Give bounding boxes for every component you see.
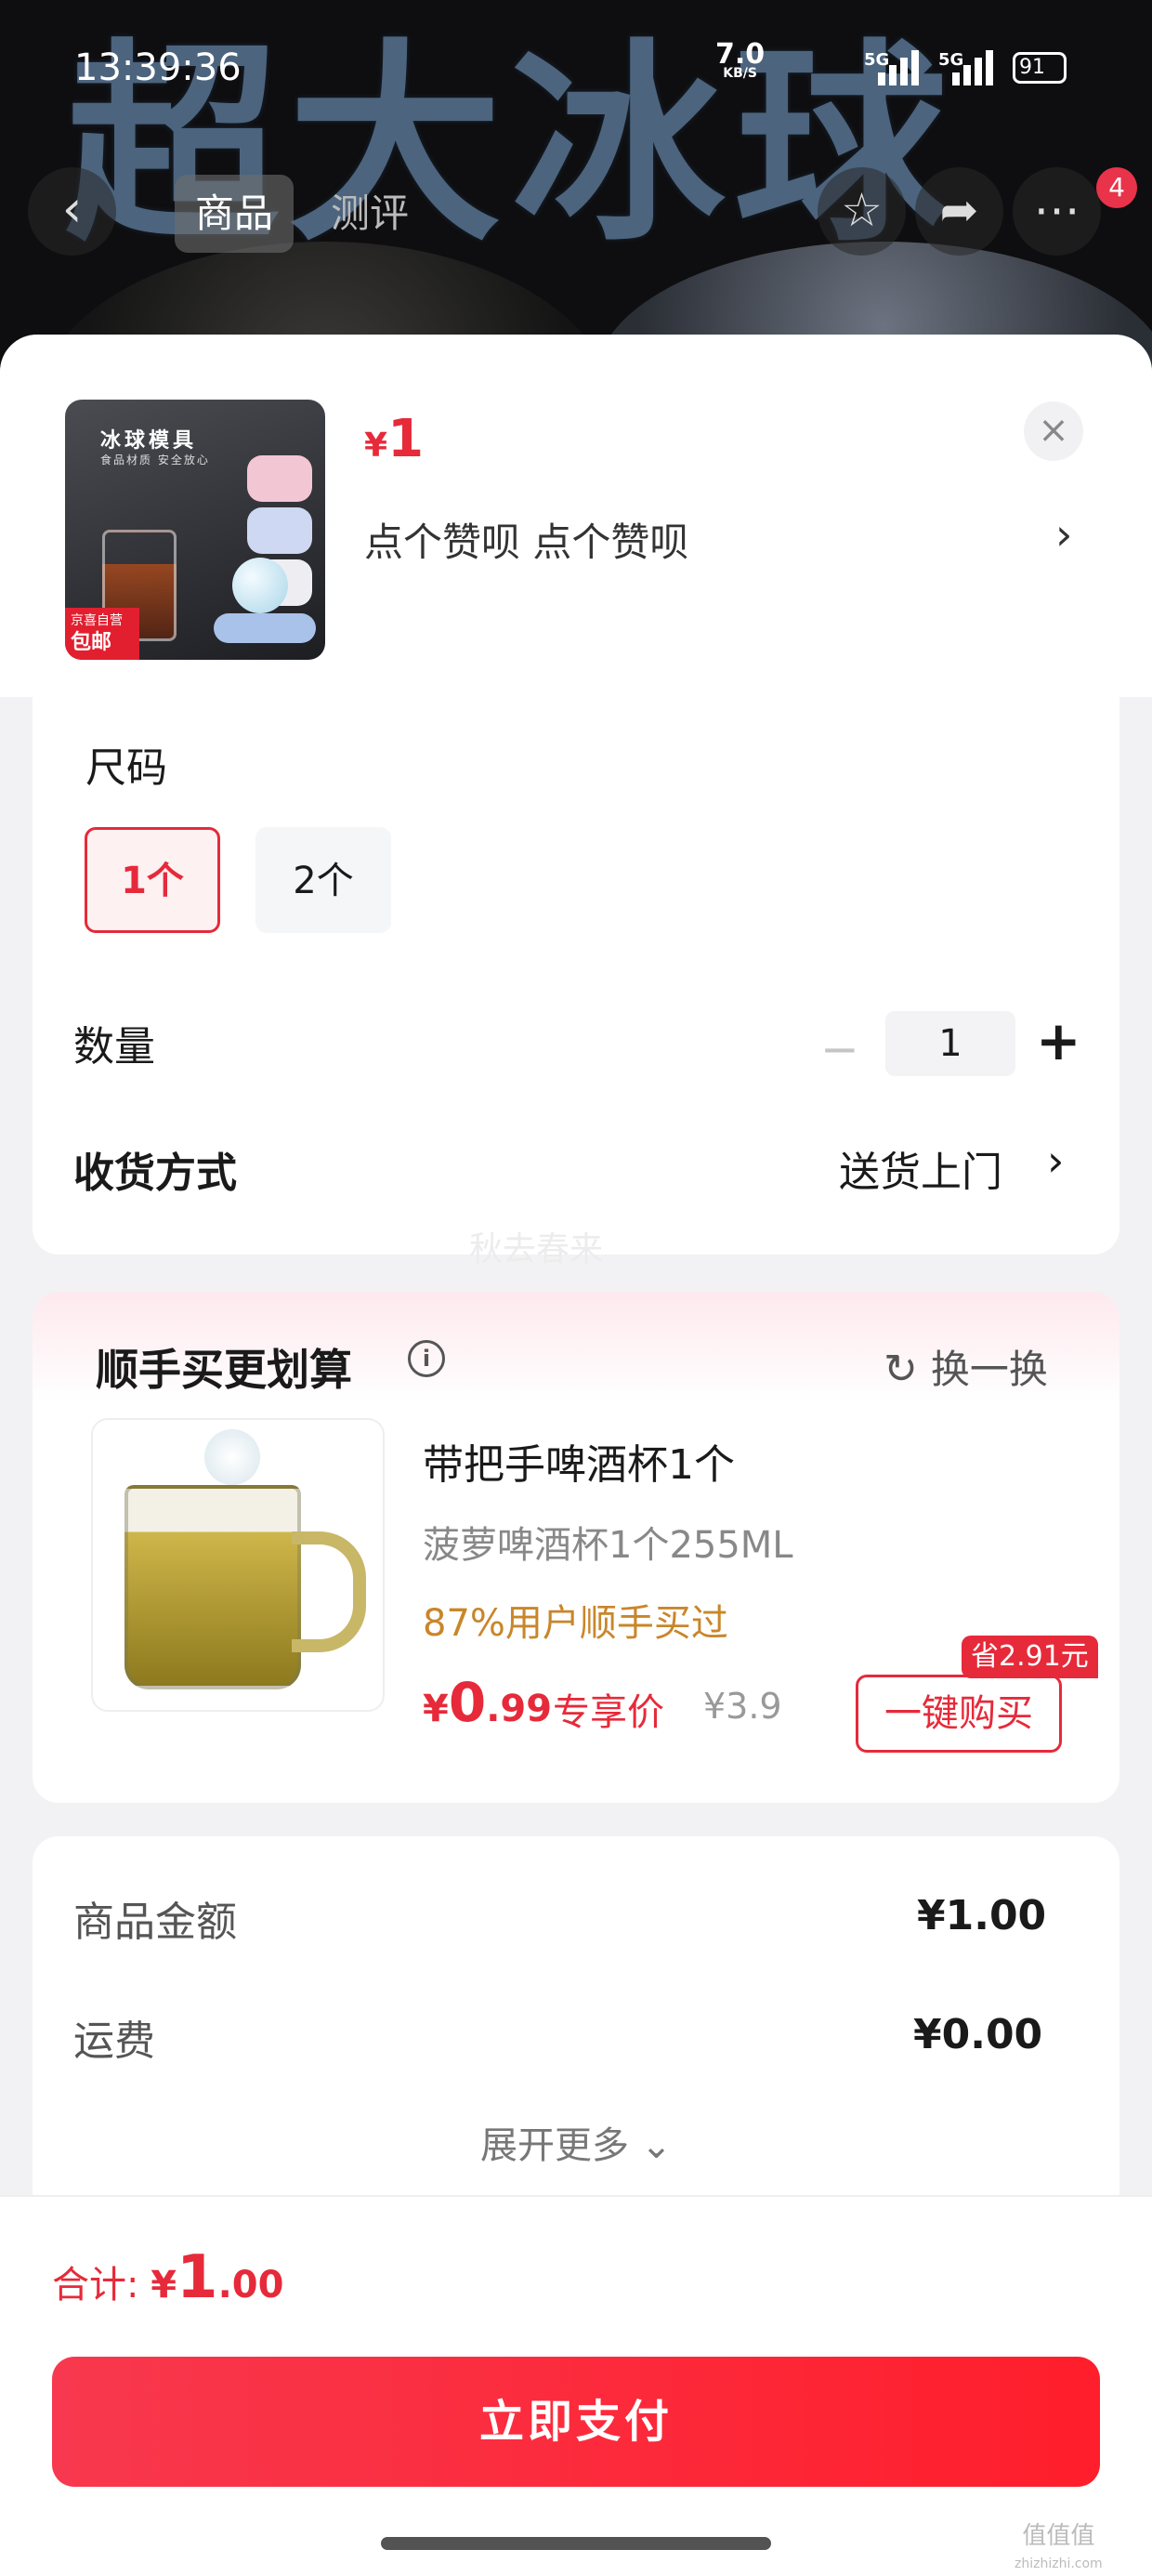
upsell-product-name[interactable]: 带把手啤酒杯1个 (423, 1431, 735, 1491)
product-subtitle[interactable]: 点个赞呗 点个赞呗 (364, 511, 688, 568)
chevron-right-icon[interactable]: › (1055, 509, 1072, 559)
product-thumbnail[interactable]: 冰球模具 食品材质 安全放心 京喜自营 包邮 (65, 400, 325, 660)
site-watermark-url: zhizhizhi.com (1015, 2556, 1103, 2571)
upsell-price-dec: .99 (486, 1688, 553, 1730)
tab-product[interactable]: 商品 (175, 175, 295, 253)
close-icon: × (1038, 409, 1069, 452)
back-button[interactable]: ‹ (28, 167, 116, 256)
share-button[interactable]: ➦ (915, 167, 1003, 256)
size-option-1[interactable]: 1个 (85, 827, 220, 933)
mold-base (214, 613, 316, 643)
price-value: 1 (387, 409, 425, 469)
site-watermark-text: 值值值 (1022, 2522, 1095, 2550)
quantity-decrease-button[interactable]: − (820, 1022, 859, 1076)
upsell-product-image[interactable] (91, 1418, 385, 1712)
signal-bars-icon (952, 48, 993, 85)
watermark-text: 秋去春来 (469, 1230, 604, 1268)
exclusive-price-tag: 专享价 (553, 1691, 664, 1734)
size-label: 尺码 (85, 744, 167, 792)
quantity-increase-button[interactable]: + (1036, 1009, 1081, 1072)
shipping-fee-label: 运费 (73, 2017, 155, 2065)
favorite-button[interactable]: ☆ (818, 167, 906, 256)
signal-bars-icon (878, 48, 919, 85)
pay-now-button[interactable]: 立即支付 (52, 2357, 1100, 2487)
message-count-badge: 4 (1096, 167, 1137, 208)
save-amount-badge: 省2.91元 (962, 1636, 1098, 1678)
goods-amount-value: ¥1.00 (917, 1892, 1047, 1939)
quantity-input[interactable]: 1 (885, 1011, 1015, 1076)
checkout-footer: 合计: ¥1.00 立即支付 值值值 zhizhizhi.com (0, 2195, 1152, 2576)
star-icon: ☆ (841, 183, 883, 237)
status-time: 13:39:36 (74, 46, 242, 89)
spec-card: 尺码 1个 2个 数量 − 1 + 收货方式 送货上门 › 秋去春来 (33, 697, 1119, 1268)
goods-amount-label: 商品金额 (73, 1899, 237, 1946)
tag-main: 包邮 (71, 631, 112, 654)
quantity-label: 数量 (73, 1023, 155, 1071)
upsell-product-desc: 菠萝啤酒杯1个255ML (423, 1524, 793, 1567)
beer-mug-handle (292, 1531, 366, 1652)
battery-icon: 91 (1013, 52, 1067, 84)
total-int: 1 (177, 2243, 218, 2312)
beer-splash (204, 1429, 260, 1485)
free-shipping-tag: 京喜自营 包邮 (65, 608, 139, 660)
mold-pink (247, 455, 312, 502)
status-net-speed: 7.0 KB/S (715, 41, 765, 81)
thumbnail-subtitle: 食品材质 安全放心 (100, 453, 210, 467)
chevron-right-icon[interactable]: › (1047, 1136, 1064, 1186)
delivery-method-value[interactable]: 送货上门 (839, 1138, 1002, 1198)
total-dec: .00 (217, 2264, 284, 2307)
price-summary-card: 商品金额 ¥1.00 运费 ¥0.00 展开更多 ⌄ (33, 1836, 1119, 2227)
upsell-buy-hint: 87%用户顺手买过 (423, 1602, 728, 1645)
info-icon[interactable]: i (408, 1340, 445, 1377)
share-icon: ➦ (939, 183, 979, 237)
total-label: 合计: (52, 2264, 151, 2307)
tab-review[interactable]: 测评 (310, 175, 429, 253)
upsell-card: 顺手买更划算 i ↻ 换一换 带把手啤酒杯1个 菠萝啤酒杯1个255ML 87%用… (33, 1292, 1119, 1803)
swap-button[interactable]: ↻ 换一换 (884, 1338, 1048, 1395)
sheet-header: 冰球模具 食品材质 安全放心 京喜自营 包邮 ¥1 点个赞呗 点个赞呗 › × (0, 335, 1152, 697)
price-currency: ¥ (364, 427, 388, 465)
home-indicator[interactable] (381, 2537, 771, 2550)
ice-ball (232, 558, 288, 613)
tag-top: 京喜自营 (71, 613, 123, 628)
thumbnail-title: 冰球模具 (100, 429, 198, 453)
more-button[interactable]: ⋯ (1013, 167, 1101, 256)
size-option-2[interactable]: 2个 (255, 827, 391, 933)
delivery-label: 收货方式 (73, 1150, 237, 1197)
beer-mug (124, 1485, 301, 1689)
status-bar: 13:39:36 7.0 KB/S 5G 5G 91 (0, 37, 1152, 102)
upsell-price: ¥0.99 (423, 1671, 552, 1734)
site-watermark: 值值值 zhizhizhi.com (1015, 2522, 1103, 2576)
product-price: ¥1 (364, 409, 424, 469)
total-currency: ¥ (151, 2264, 177, 2307)
original-price: ¥3.9 (703, 1686, 782, 1727)
refresh-icon: ↻ (884, 1346, 918, 1393)
expand-more-button[interactable]: 展开更多 ⌄ (480, 2115, 672, 2169)
mold-blue (247, 507, 312, 554)
close-button[interactable]: × (1024, 401, 1083, 461)
swap-label: 换一换 (930, 1347, 1048, 1392)
shipping-fee-value: ¥0.00 (913, 2011, 1043, 2058)
more-icon: ⋯ (1033, 183, 1080, 237)
one-click-buy-button[interactable]: 一键购买 (856, 1675, 1062, 1753)
product-nav-bar: ‹ 商品 测评 ☆ ➦ ⋯ 4 (0, 167, 1152, 260)
chevron-left-icon: ‹ (61, 179, 83, 238)
upsell-title: 顺手买更划算 (96, 1345, 352, 1395)
total-price: 合计: ¥1.00 (52, 2243, 283, 2312)
upsell-price-currency: ¥ (423, 1688, 449, 1730)
upsell-price-int: 0 (448, 1671, 487, 1734)
